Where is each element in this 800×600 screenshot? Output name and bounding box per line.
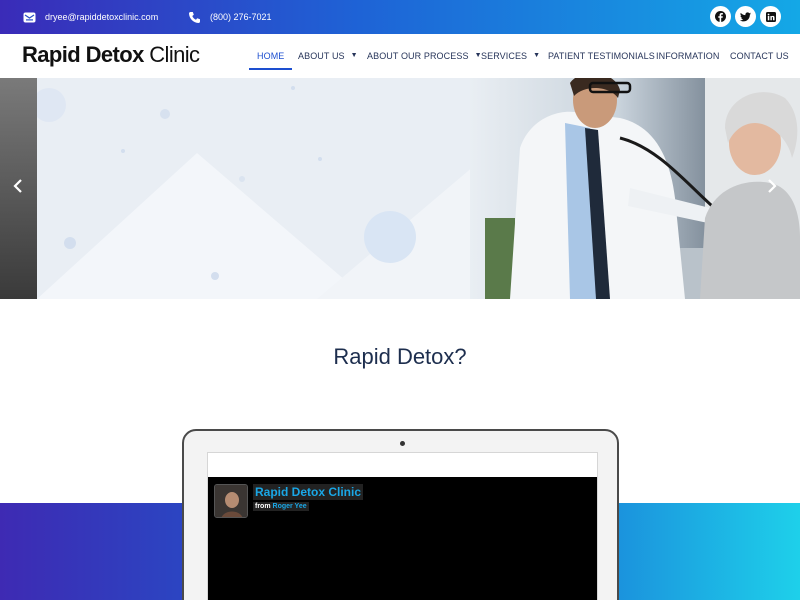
laptop-screen: Rapid Detox Clinic from Roger Yee — [207, 452, 598, 600]
nav-about-us[interactable]: ABOUT US ▼ — [298, 34, 358, 78]
gradient-band-right — [619, 503, 800, 600]
nav-label: ABOUT OUR PROCESS — [367, 51, 469, 61]
logo-bold: Rapid Detox — [22, 42, 144, 67]
next-slide-button[interactable] — [762, 178, 782, 198]
from-label: from — [255, 503, 271, 510]
chevron-right-icon — [768, 179, 777, 193]
facebook-icon — [715, 11, 726, 22]
prev-slide-button[interactable] — [8, 178, 28, 198]
twitter-button[interactable] — [735, 6, 756, 27]
camera-dot — [400, 441, 405, 446]
nav-patient-testimonials[interactable]: PATIENT TESTIMONIALS — [548, 34, 655, 78]
chevron-down-icon: ▼ — [350, 51, 358, 59]
nav-label: PATIENT TESTIMONIALS — [548, 51, 655, 61]
facebook-button[interactable] — [710, 6, 731, 27]
email-contact[interactable]: dryee@rapiddetoxclinic.com — [22, 0, 158, 34]
twitter-icon — [740, 11, 751, 21]
phone-contact[interactable]: (800) 276-7021 — [187, 0, 272, 34]
phone-icon — [187, 10, 201, 24]
nav-label: INFORMATION — [656, 51, 720, 61]
nav-contact-us[interactable]: CONTACT US — [730, 34, 789, 78]
video-byline: from Roger Yee — [253, 502, 309, 511]
site-header: Rapid Detox Clinic HOME ABOUT US ▼ ABOUT… — [0, 34, 800, 78]
video-title[interactable]: Rapid Detox Clinic — [253, 484, 364, 500]
nav-label: HOME — [257, 51, 285, 61]
logo-light: Clinic — [149, 42, 200, 67]
video-player[interactable]: Rapid Detox Clinic from Roger Yee — [208, 477, 597, 600]
email-text: dryee@rapiddetoxclinic.com — [45, 12, 159, 22]
doctor-patient-photo — [470, 78, 800, 299]
site-logo[interactable]: Rapid Detox Clinic — [22, 42, 200, 68]
section-title: Rapid Detox? — [333, 344, 467, 369]
chevron-down-icon: ▼ — [533, 51, 541, 59]
nav-label: ABOUT US — [298, 51, 345, 61]
nav-label: CONTACT US — [730, 51, 789, 61]
envelope-icon — [22, 10, 36, 24]
nav-information[interactable]: INFORMATION — [656, 34, 719, 78]
video-author-avatar[interactable] — [214, 484, 248, 518]
laptop-frame: Rapid Detox Clinic from Roger Yee — [182, 429, 619, 600]
hero-slider — [0, 78, 800, 299]
gradient-band-left — [0, 503, 183, 600]
linkedin-button[interactable] — [760, 6, 781, 27]
nav-label: SERVICES — [481, 51, 528, 61]
video-author-link[interactable]: Roger Yee — [273, 503, 307, 510]
phone-text: (800) 276-7021 — [210, 12, 272, 22]
nav-home[interactable]: HOME — [248, 34, 293, 78]
linkedin-icon — [765, 11, 776, 22]
chevron-left-icon — [13, 179, 22, 193]
nav-about-our-process[interactable]: ABOUT OUR PROCESS ▼ — [367, 34, 482, 78]
nav-services[interactable]: SERVICES ▼ — [481, 34, 540, 78]
top-bar: dryee@rapiddetoxclinic.com (800) 276-702… — [0, 0, 800, 34]
